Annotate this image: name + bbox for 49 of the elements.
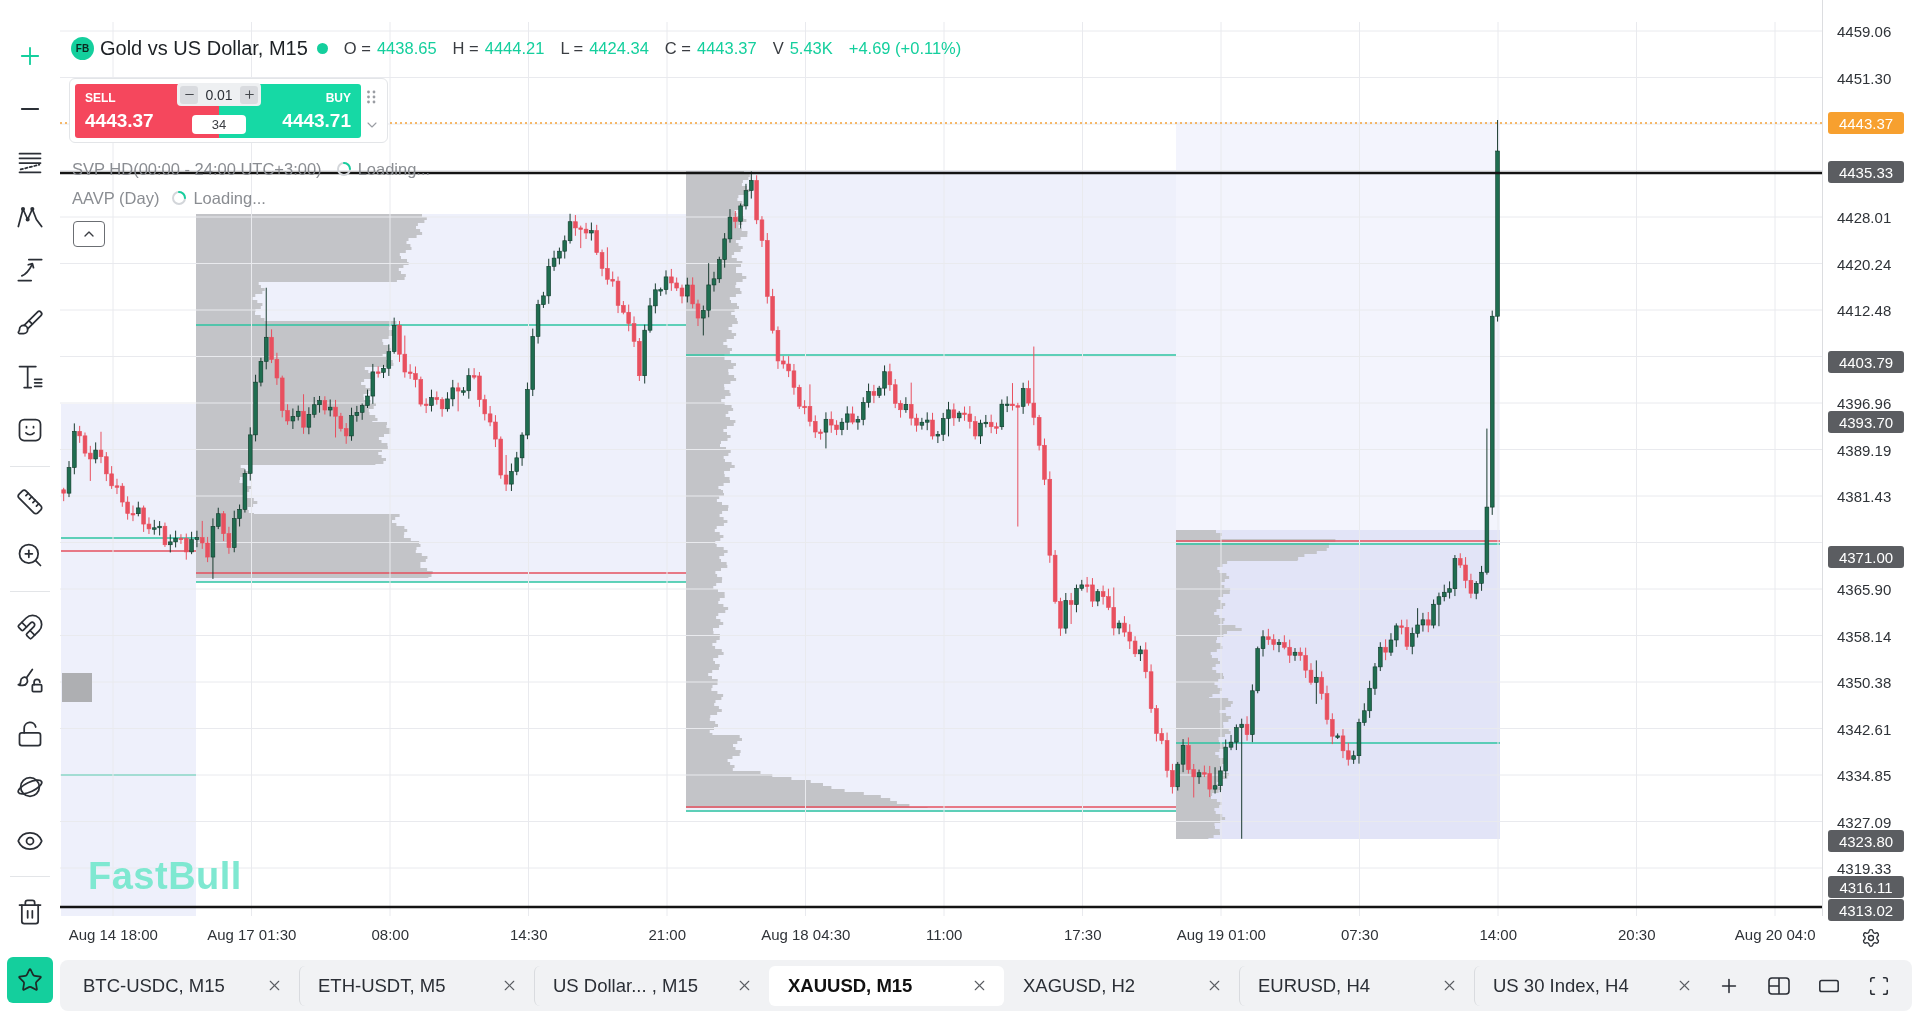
price-axis-label: 4365.90 — [1837, 581, 1892, 597]
price-tag: 4371.00 — [1828, 546, 1904, 568]
price-axis-label: 4327.09 — [1837, 814, 1892, 829]
price-axis-label: 4420.24 — [1837, 256, 1892, 271]
chart-logo: FastBull — [88, 857, 242, 895]
ohlc-value: 4424.34 — [589, 38, 649, 58]
price-axis-label: 4451.30 — [1837, 70, 1892, 85]
time-axis-label: 14:00 — [1479, 926, 1517, 943]
price-axis-label: 4358.14 — [1837, 628, 1892, 643]
time-axis-label: 11:00 — [926, 926, 963, 943]
time-axis-label: 20:30 — [1617, 926, 1656, 943]
price-tag: 4316.11 — [1828, 876, 1904, 898]
price-tag: 4323.80 — [1828, 830, 1904, 852]
price-tag: 4393.70 — [1828, 411, 1904, 433]
price-axis-label: 4459.06 — [1837, 23, 1892, 39]
time-axis-label: Aug 14 18:00 — [68, 926, 158, 943]
ohlc-value: 4438.65 — [376, 38, 437, 58]
time-axis-label: Aug 17 01:30 — [207, 926, 297, 943]
ohlc-value: 4443.37 — [696, 38, 757, 58]
price-axis-label: 4412.48 — [1837, 302, 1892, 318]
ohlc-label: O = — [343, 38, 371, 58]
ohlc-label: V — [772, 38, 784, 58]
price-change: +4.69 (+0.11%) — [848, 38, 962, 58]
price-tag: 4313.02 — [1828, 899, 1904, 921]
symbol-badge: FB — [71, 36, 94, 60]
price-axis-label: 4350.38 — [1837, 674, 1892, 690]
time-axis-label: Aug 18 04:30 — [761, 926, 851, 943]
time-axis-label: 17:30 — [1063, 926, 1102, 943]
price-axis-label: 4334.85 — [1837, 767, 1892, 783]
time-axis-label: 21:00 — [648, 926, 686, 943]
price-axis-label: 4389.19 — [1837, 442, 1892, 457]
price-axis-label: 4381.43 — [1837, 488, 1892, 504]
ohlc-value: 4444.21 — [484, 38, 545, 58]
price-axis-label: 4428.01 — [1837, 209, 1892, 225]
price-axis-label: 4396.96 — [1837, 395, 1892, 411]
ohlc-label: L = — [560, 38, 584, 58]
price-tag: 4403.79 — [1828, 351, 1904, 373]
ohlc-value: 5.43K — [789, 38, 833, 58]
time-axis-label: 08:00 — [371, 926, 409, 943]
time-axis-label: Aug 19 01:00 — [1176, 926, 1266, 943]
ohlc-label: C = — [664, 38, 691, 58]
price-tag: 4443.37 — [1828, 112, 1904, 134]
ohlc-label: H = — [452, 38, 479, 58]
time-axis-label: 14:30 — [509, 926, 548, 943]
time-axis-label: 07:30 — [1340, 926, 1379, 943]
price-axis-label: 4319.33 — [1837, 860, 1892, 876]
price-axis-label: 4342.61 — [1837, 721, 1892, 736]
price-tag: 4435.33 — [1828, 161, 1904, 183]
time-axis-label: Aug 20 04:0 — [1734, 926, 1816, 943]
